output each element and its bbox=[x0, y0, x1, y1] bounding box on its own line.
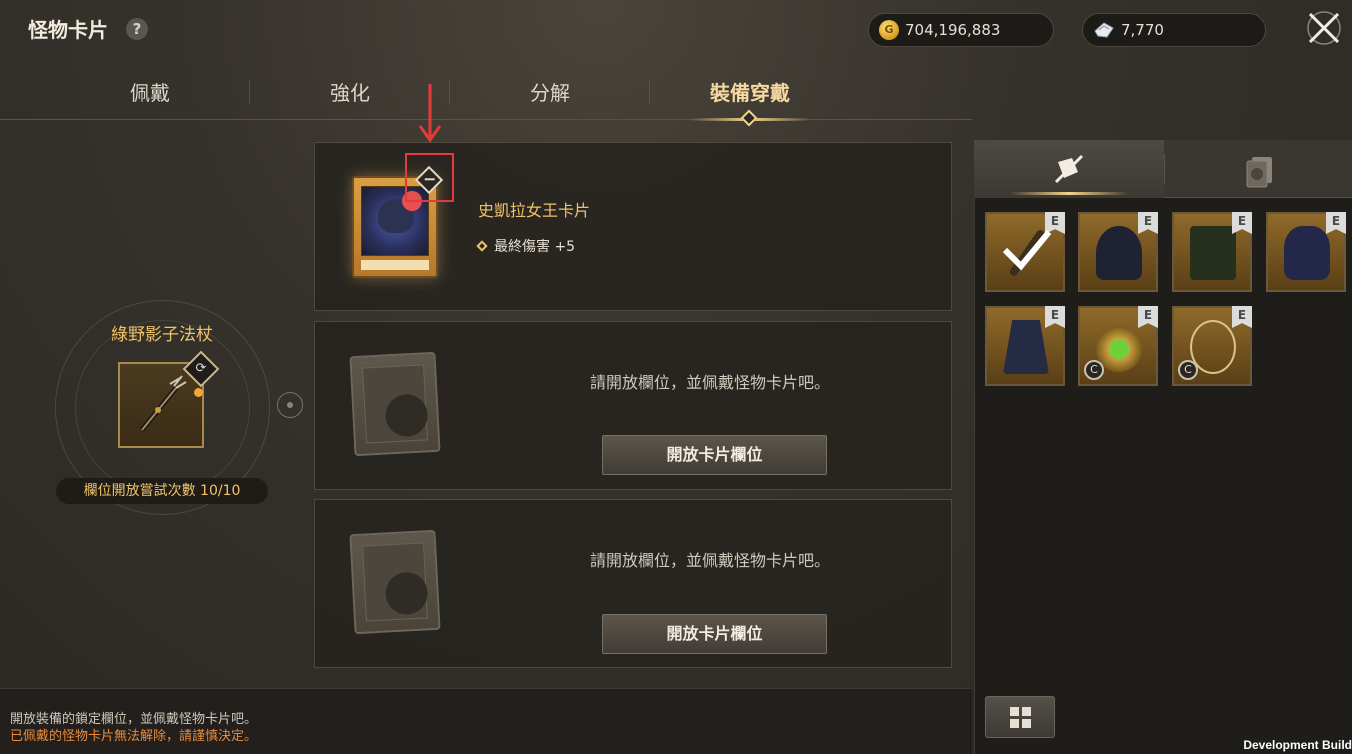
equipment-slot-necklace[interactable]: E C bbox=[1172, 306, 1252, 386]
highlight-box bbox=[405, 153, 454, 202]
open-card-slot-button[interactable]: 開放卡片欄位 bbox=[602, 614, 827, 654]
gem-amount: 7,770 bbox=[1121, 21, 1164, 39]
close-icon[interactable] bbox=[1304, 8, 1344, 48]
empty-slot-message: 請開放欄位，並佩戴怪物卡片吧。 bbox=[589, 551, 830, 570]
slot-open-attempts: 欄位開放嘗試次數 10/10 bbox=[56, 478, 268, 504]
weapon-armor-icon bbox=[1054, 154, 1084, 184]
gem-currency: 7,770 bbox=[1082, 13, 1266, 47]
page-title: 怪物卡片 bbox=[28, 18, 108, 42]
grid-view-button[interactable] bbox=[985, 696, 1055, 738]
empty-slot-message: 請開放欄位，並佩戴怪物卡片吧。 bbox=[589, 373, 830, 392]
class-badge: C bbox=[1178, 360, 1198, 380]
empty-card-icon bbox=[349, 351, 441, 457]
development-build-label: Development Build bbox=[1243, 738, 1352, 752]
tab-label: 佩戴 bbox=[130, 80, 170, 105]
equipment-slot-armor[interactable]: E bbox=[1172, 212, 1252, 292]
monster-card-caption bbox=[361, 260, 429, 270]
equipment-slot-gloves[interactable]: E bbox=[1266, 212, 1346, 292]
tab-label: 分解 bbox=[530, 80, 570, 105]
card-stat: 最終傷害 +5 bbox=[476, 236, 576, 256]
tab-divider bbox=[1164, 154, 1165, 184]
notification-dot bbox=[194, 388, 203, 397]
main-tabs: 佩戴 強化 分解 裝備穿戴 bbox=[0, 62, 972, 120]
grade-badge: E bbox=[1326, 212, 1346, 234]
weapon-name: 綠野影子法杖 bbox=[111, 325, 213, 345]
tab-wear[interactable]: 佩戴 bbox=[50, 62, 250, 120]
grade-badge: E bbox=[1232, 212, 1252, 234]
equipment-slot-ring[interactable]: E C bbox=[1078, 306, 1158, 386]
tab-label: 裝備穿戴 bbox=[710, 80, 790, 105]
gold-coin-icon: G bbox=[879, 20, 899, 40]
gold-currency: G 704,196,883 bbox=[868, 13, 1054, 47]
swap-icon: ⟳ bbox=[195, 361, 207, 376]
help-button[interactable]: ? bbox=[126, 18, 148, 40]
down-arrow-icon bbox=[418, 84, 442, 143]
footer-warning: 已佩戴的怪物卡片無法解除，請謹慎決定。 bbox=[10, 729, 258, 744]
gold-amount: 704,196,883 bbox=[905, 21, 1001, 39]
grade-badge: E bbox=[1232, 306, 1252, 328]
equipment-slot-cape[interactable]: E bbox=[985, 306, 1065, 386]
crystal-icon bbox=[1094, 22, 1114, 38]
grade-badge: E bbox=[1045, 306, 1065, 328]
open-card-slot-button[interactable]: 開放卡片欄位 bbox=[602, 435, 827, 475]
tab-dismantle[interactable]: 分解 bbox=[450, 62, 650, 120]
equipment-slot-helmet[interactable]: E bbox=[1078, 212, 1158, 292]
empty-card-icon bbox=[349, 529, 441, 635]
card-name: 史凱拉女王卡片 bbox=[478, 201, 591, 220]
monster-card-screen: 怪物卡片 ? G 704,196,883 7,770 佩戴 強化 分解 裝備穿戴… bbox=[0, 0, 1352, 754]
grade-badge: E bbox=[1138, 306, 1158, 328]
equipped-check-icon bbox=[1002, 230, 1052, 271]
grade-badge: E bbox=[1138, 212, 1158, 234]
target-icon bbox=[277, 392, 303, 418]
card-deck-icon[interactable] bbox=[1242, 153, 1278, 189]
class-badge: C bbox=[1084, 360, 1104, 380]
card-stat-text: 最終傷害 +5 bbox=[494, 239, 576, 255]
tab-label: 強化 bbox=[330, 80, 370, 105]
stat-diamond-icon bbox=[476, 240, 488, 252]
